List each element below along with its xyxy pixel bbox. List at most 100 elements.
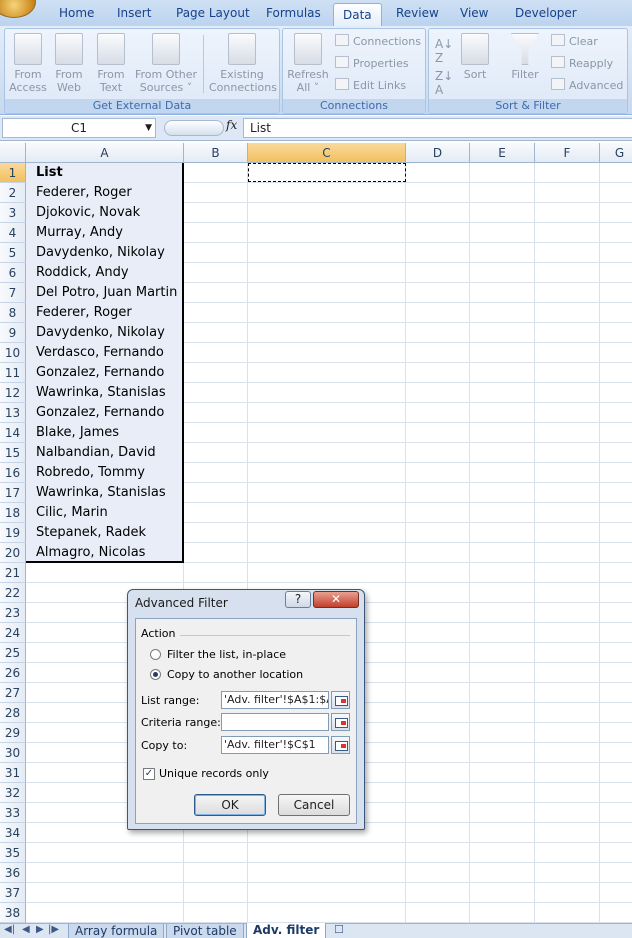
close-icon[interactable]: ✕ [313, 591, 359, 608]
copy-to-location-label[interactable]: Copy to another location [167, 668, 303, 681]
filter-button[interactable]: Filter [507, 33, 543, 81]
row-header-38[interactable]: 38 [0, 903, 26, 923]
list-cell[interactable]: Roddick, Andy [36, 263, 129, 283]
row-header-15[interactable]: 15 [0, 443, 26, 463]
sheet-tab-adv-filter[interactable]: Adv. filter [246, 923, 327, 938]
row-header-8[interactable]: 8 [0, 303, 26, 323]
row-header-1[interactable]: 1 [0, 163, 26, 183]
help-icon[interactable]: ? [285, 591, 311, 608]
tab-formulas[interactable]: Formulas [266, 6, 321, 20]
list-cell[interactable]: Verdasco, Fernando [36, 343, 164, 363]
row-header-9[interactable]: 9 [0, 323, 26, 343]
row-header-36[interactable]: 36 [0, 863, 26, 883]
row-header-10[interactable]: 10 [0, 343, 26, 363]
existing-connections-button[interactable]: Existing Connections [209, 33, 277, 94]
list-cell[interactable]: Wawrinka, Stanislas [36, 383, 166, 403]
list-range-input[interactable]: 'Adv. filter'!$A$1:$A$ [221, 691, 329, 709]
list-cell[interactable]: Nalbandian, David [36, 443, 156, 463]
last-sheet-icon[interactable]: |▶ [48, 924, 59, 935]
row-header-22[interactable]: 22 [0, 583, 26, 603]
first-sheet-icon[interactable]: ◀| [4, 924, 15, 935]
list-cell[interactable]: Blake, James [36, 423, 119, 443]
tab-insert[interactable]: Insert [117, 6, 151, 20]
row-header-7[interactable]: 7 [0, 283, 26, 303]
copy-target-marquee[interactable] [248, 163, 406, 182]
row-header-14[interactable]: 14 [0, 423, 26, 443]
list-cell[interactable]: Robredo, Tommy [36, 463, 145, 483]
criteria-range-input[interactable] [221, 713, 329, 731]
select-all-corner[interactable] [0, 143, 26, 163]
list-cell[interactable]: Davydenko, Nikolay [36, 243, 165, 263]
column-header-c[interactable]: C [248, 143, 406, 163]
edit-links-button[interactable]: Edit Links [335, 78, 406, 92]
list-cell[interactable]: Gonzalez, Fernando [36, 363, 164, 383]
row-header-19[interactable]: 19 [0, 523, 26, 543]
tab-data[interactable]: Data [333, 3, 382, 28]
list-header-cell[interactable]: List [36, 163, 63, 183]
insert-function-icon[interactable]: fx [226, 118, 237, 132]
list-cell[interactable]: Murray, Andy [36, 223, 123, 243]
row-header-20[interactable]: 20 [0, 543, 26, 563]
row-header-31[interactable]: 31 [0, 763, 26, 783]
sheet-tab-pivot-table[interactable]: Pivot table [166, 924, 244, 938]
list-cell[interactable]: Wawrinka, Stanislas [36, 483, 166, 503]
column-header-b[interactable]: B [184, 143, 248, 163]
row-header-4[interactable]: 4 [0, 223, 26, 243]
chevron-down-icon[interactable]: ▼ [145, 119, 152, 137]
list-cell[interactable]: Stepanek, Radek [36, 523, 146, 543]
row-header-37[interactable]: 37 [0, 883, 26, 903]
row-header-6[interactable]: 6 [0, 263, 26, 283]
column-header-f[interactable]: F [535, 143, 600, 163]
row-header-32[interactable]: 32 [0, 783, 26, 803]
row-header-13[interactable]: 13 [0, 403, 26, 423]
row-header-24[interactable]: 24 [0, 623, 26, 643]
list-cell[interactable]: Federer, Roger [36, 303, 132, 323]
row-header-2[interactable]: 2 [0, 183, 26, 203]
row-header-21[interactable]: 21 [0, 563, 26, 583]
copy-to-location-radio[interactable] [150, 669, 161, 680]
from-text-button[interactable]: From Text [91, 33, 131, 94]
unique-records-label[interactable]: Unique records only [159, 767, 269, 780]
list-range-collapse-icon[interactable] [331, 691, 350, 709]
unique-records-checkbox[interactable]: ✓ [143, 768, 155, 780]
from-access-button[interactable]: From Access [7, 33, 49, 94]
row-header-17[interactable]: 17 [0, 483, 26, 503]
list-cell[interactable]: Cilic, Marin [36, 503, 108, 523]
tab-review[interactable]: Review [396, 6, 439, 20]
row-header-11[interactable]: 11 [0, 363, 26, 383]
list-cell[interactable]: Djokovic, Novak [36, 203, 140, 223]
office-button[interactable] [0, 0, 36, 18]
row-header-27[interactable]: 27 [0, 683, 26, 703]
list-cell[interactable]: Gonzalez, Fernando [36, 403, 164, 423]
column-header-g[interactable]: G [600, 143, 632, 163]
from-other-sources-button[interactable]: From Other Sources ˅ [133, 33, 199, 94]
sort-za-icon[interactable]: Z↓ A [435, 69, 453, 97]
reapply-button[interactable]: Reapply [551, 56, 613, 70]
sort-button[interactable]: Sort [457, 33, 493, 81]
list-cell[interactable]: Almagro, Nicolas [36, 543, 145, 563]
tab-view[interactable]: View [460, 6, 488, 20]
clear-button[interactable]: Clear [551, 34, 598, 48]
prev-sheet-icon[interactable]: ◀ [22, 924, 30, 935]
list-cell[interactable]: Federer, Roger [36, 183, 132, 203]
row-header-25[interactable]: 25 [0, 643, 26, 663]
tab-developer[interactable]: Developer [515, 6, 577, 20]
column-header-d[interactable]: D [406, 143, 470, 163]
criteria-range-collapse-icon[interactable] [331, 713, 350, 731]
from-web-button[interactable]: From Web [49, 33, 89, 94]
row-header-23[interactable]: 23 [0, 603, 26, 623]
row-header-26[interactable]: 26 [0, 663, 26, 683]
sort-az-icon[interactable]: A↓ Z [435, 37, 453, 65]
connections-button[interactable]: Connections [335, 34, 421, 48]
filter-in-place-radio[interactable] [150, 649, 161, 660]
row-header-29[interactable]: 29 [0, 723, 26, 743]
cancel-button[interactable]: Cancel [278, 794, 350, 816]
row-header-28[interactable]: 28 [0, 703, 26, 723]
column-header-a[interactable]: A [26, 143, 184, 163]
list-cell[interactable]: Del Potro, Juan Martin [36, 283, 177, 303]
next-sheet-icon[interactable]: ▶ [36, 924, 44, 935]
tab-page-layout[interactable]: Page Layout [176, 6, 250, 20]
properties-button[interactable]: Properties [335, 56, 409, 70]
row-header-35[interactable]: 35 [0, 843, 26, 863]
copy-to-collapse-icon[interactable] [331, 736, 350, 754]
